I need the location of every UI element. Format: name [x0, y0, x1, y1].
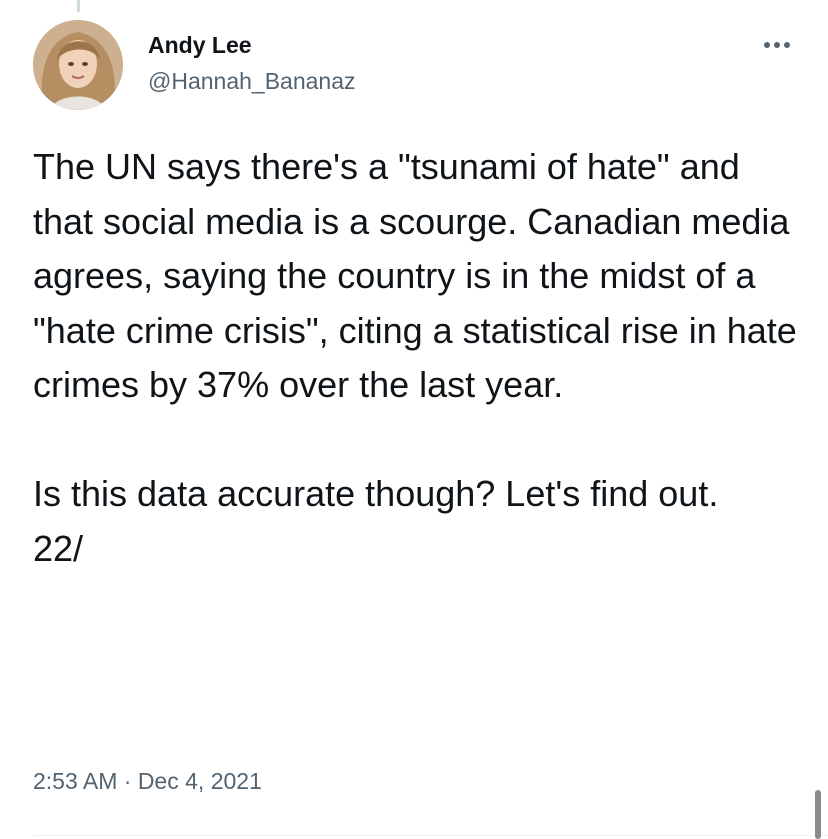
- avatar[interactable]: [33, 20, 123, 110]
- more-options-button[interactable]: [760, 33, 796, 57]
- scrollbar[interactable]: [815, 790, 821, 839]
- author-info: Andy Lee @Hannah_Bananaz: [148, 30, 356, 96]
- tweet-timestamp[interactable]: 2:53 AM · Dec 4, 2021: [33, 765, 262, 797]
- author-handle[interactable]: @Hannah_Bananaz: [148, 66, 356, 96]
- profile-photo-icon: [33, 20, 123, 110]
- more-options-icon: [764, 42, 790, 48]
- divider: [33, 835, 828, 836]
- author-display-name[interactable]: Andy Lee: [148, 30, 356, 60]
- thread-connector-line: [77, 0, 80, 12]
- tweet-text: The UN says there's a "tsunami of hate" …: [33, 146, 797, 569]
